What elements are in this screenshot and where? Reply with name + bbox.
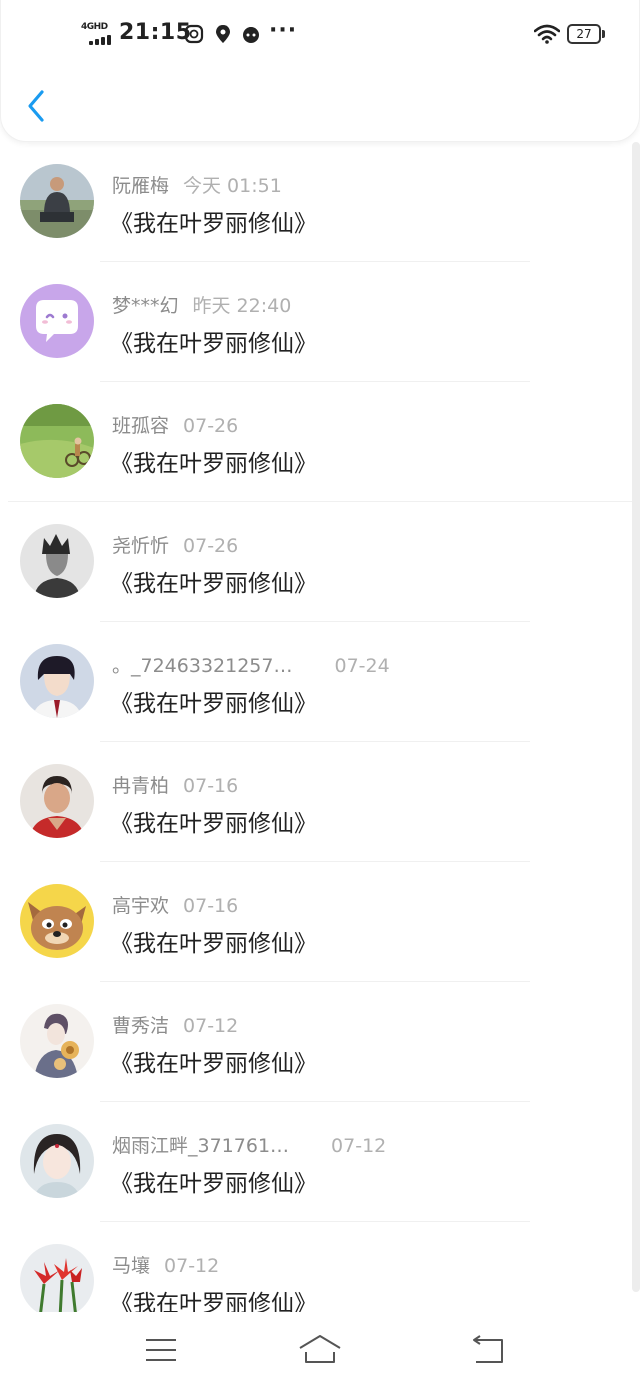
avatar[interactable]	[20, 1124, 94, 1198]
book-title: 《我在叶罗丽修仙》	[110, 571, 317, 597]
commenter-name: 尧忻忻 07-26	[112, 535, 239, 557]
commenter-name: 马壤 07-12	[112, 1255, 220, 1277]
back-arrow-icon	[473, 1335, 503, 1363]
comment-date: 07-26	[183, 415, 239, 437]
list-item[interactable]: 。_72463321257… 07-24 《我在叶罗丽修仙》	[0, 622, 632, 742]
comment-date: 07-12	[164, 1255, 220, 1277]
battery-level: 27	[567, 24, 601, 44]
back-button[interactable]	[23, 88, 51, 124]
list-item[interactable]: 尧忻忻 07-26 《我在叶罗丽修仙》	[0, 502, 632, 622]
status-bar: 4GHD 21:15 ··· 27	[1, 14, 640, 58]
list-item[interactable]: 班孤容 07-26 《我在叶罗丽修仙》	[0, 382, 632, 502]
list-item[interactable]: 冉青柏 07-16 《我在叶罗丽修仙》	[0, 742, 632, 862]
comment-date: 07-24	[334, 655, 390, 677]
avatar[interactable]	[20, 1244, 94, 1312]
commenter-name: 。_72463321257… 07-24	[112, 655, 390, 677]
battery-icon: 27	[567, 24, 605, 44]
top-header: 4GHD 21:15 ··· 27	[0, 0, 640, 142]
book-title: 《我在叶罗丽修仙》	[110, 931, 317, 957]
comment-date: 07-12	[183, 1015, 239, 1037]
book-title: 《我在叶罗丽修仙》	[110, 211, 317, 237]
commenter-name: 烟雨江畔_371761… 07-12	[112, 1135, 387, 1157]
list-item[interactable]: 高宇欢 07-16 《我在叶罗丽修仙》	[0, 862, 632, 982]
list-item[interactable]: 烟雨江畔_371761… 07-12 《我在叶罗丽修仙》	[0, 1102, 632, 1222]
commenter-name: 曹秀洁 07-12	[112, 1015, 239, 1037]
chevron-left-icon	[28, 90, 44, 122]
book-title: 《我在叶罗丽修仙》	[110, 1051, 317, 1077]
network-label: 4GHD	[81, 22, 108, 32]
commenter-name: 高宇欢 07-16	[112, 895, 239, 917]
list-item[interactable]: 曹秀洁 07-12 《我在叶罗丽修仙》	[0, 982, 632, 1102]
comment-list[interactable]: 阮雁梅 今天 01:51 《我在叶罗丽修仙》 梦***幻 昨天 22:40 《我在叶…	[0, 142, 640, 1312]
avatar[interactable]	[20, 284, 94, 358]
avatar[interactable]	[20, 644, 94, 718]
book-title: 《我在叶罗丽修仙》	[110, 451, 317, 477]
book-title: 《我在叶罗丽修仙》	[110, 1291, 317, 1312]
signal-bars-icon	[89, 35, 111, 45]
more-dots-icon: ···	[269, 18, 298, 43]
avatar[interactable]	[20, 404, 94, 478]
avatar[interactable]	[20, 524, 94, 598]
commenter-name: 冉青柏 07-16	[112, 775, 239, 797]
book-title: 《我在叶罗丽修仙》	[110, 1171, 317, 1197]
system-back-button[interactable]	[466, 1334, 510, 1366]
menu-icon	[146, 1339, 176, 1361]
avatar[interactable]	[20, 764, 94, 838]
list-item[interactable]: 梦***幻 昨天 22:40 《我在叶罗丽修仙》	[0, 262, 632, 382]
commenter-name: 梦***幻 昨天 22:40	[112, 295, 292, 317]
book-title: 《我在叶罗丽修仙》	[110, 331, 317, 357]
book-title: 《我在叶罗丽修仙》	[110, 811, 317, 837]
comment-date: 07-16	[183, 895, 239, 917]
comment-date: 07-16	[183, 775, 239, 797]
system-nav-bar	[0, 1312, 640, 1387]
network-indicator: 4GHD	[81, 22, 111, 46]
avatar[interactable]	[20, 884, 94, 958]
avatar[interactable]	[20, 164, 94, 238]
comment-date: 07-12	[331, 1135, 387, 1157]
wifi-icon	[533, 24, 561, 44]
list-item[interactable]: 阮雁梅 今天 01:51 《我在叶罗丽修仙》	[0, 142, 632, 262]
location-icon	[213, 24, 233, 44]
status-time: 21:15	[119, 20, 192, 45]
commenter-name: 阮雁梅 今天 01:51	[112, 175, 282, 197]
menu-button[interactable]	[138, 1334, 182, 1366]
comment-date: 07-26	[183, 535, 239, 557]
book-title: 《我在叶罗丽修仙》	[110, 691, 317, 717]
home-button[interactable]	[298, 1334, 342, 1366]
message-icon	[184, 24, 204, 44]
commenter-name: 班孤容 07-26	[112, 415, 239, 437]
list-item[interactable]: 马壤 07-12 《我在叶罗丽修仙》	[0, 1222, 632, 1312]
comment-date: 今天 01:51	[183, 175, 282, 197]
scrollbar[interactable]	[632, 142, 640, 1292]
home-icon	[299, 1335, 341, 1363]
avatar[interactable]	[20, 1004, 94, 1078]
avatar-face-icon	[241, 24, 261, 44]
comment-date: 昨天 22:40	[192, 295, 292, 317]
